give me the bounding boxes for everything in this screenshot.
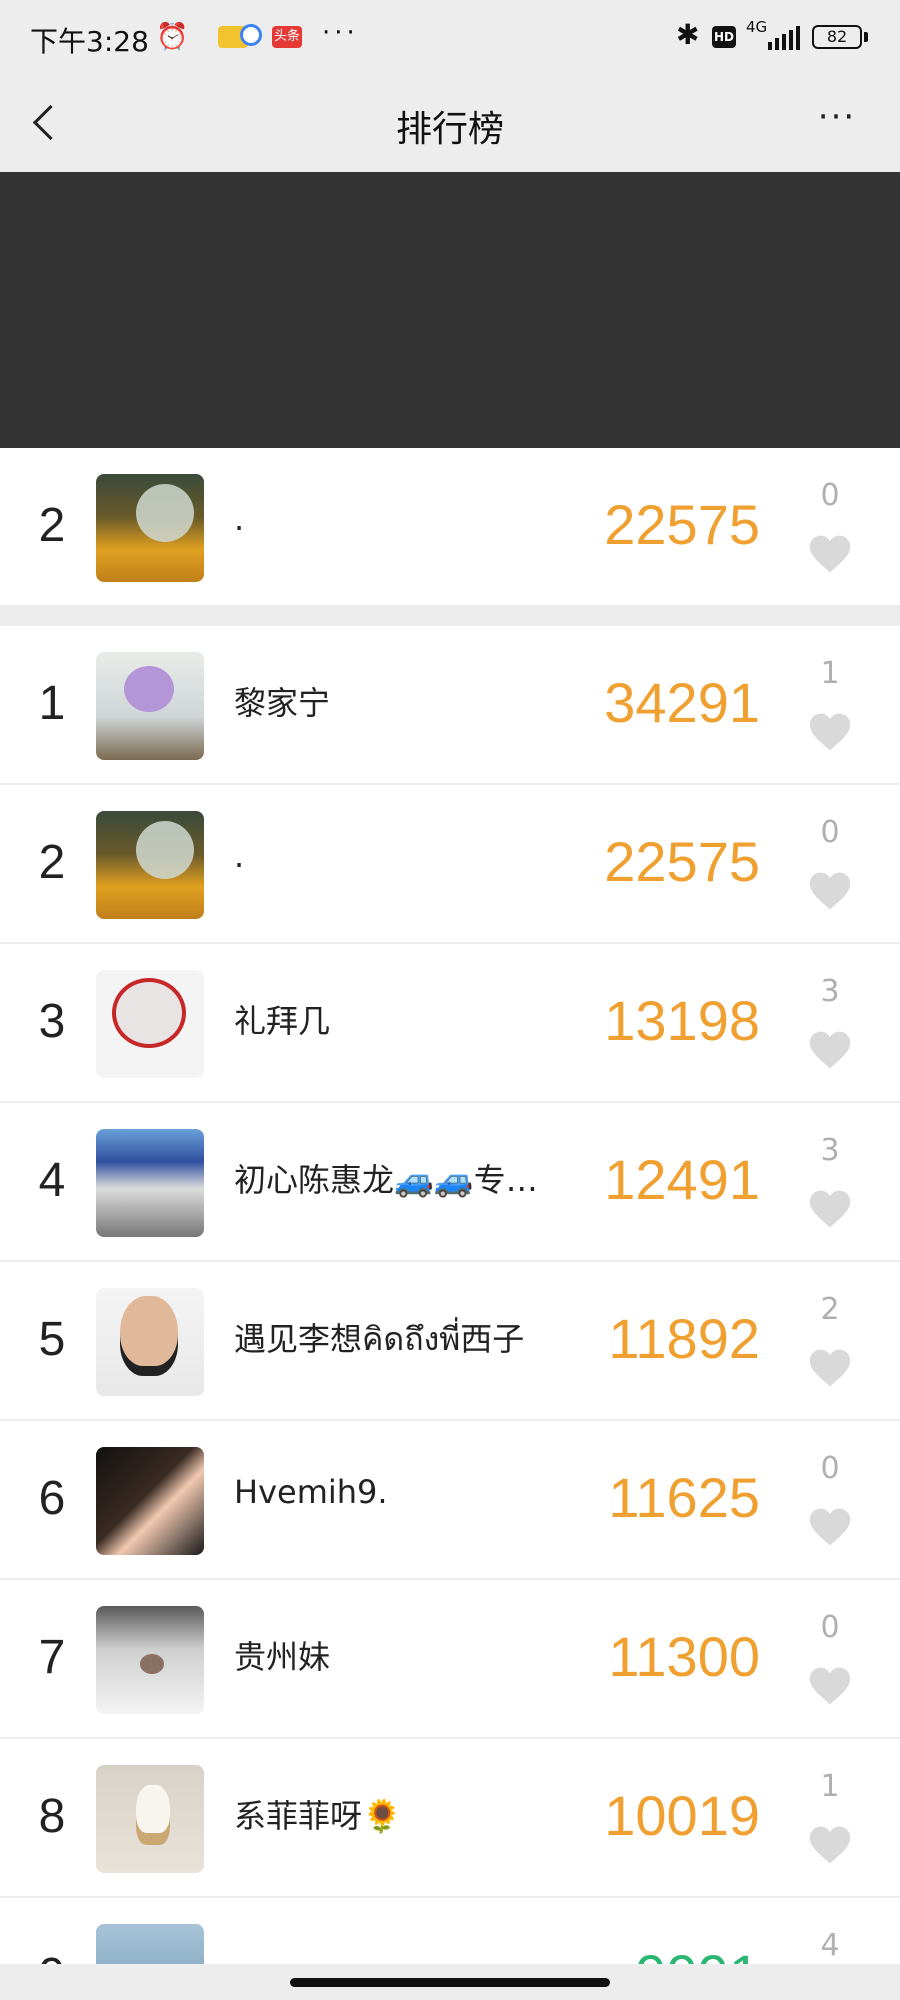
avatar[interactable] xyxy=(96,474,204,582)
player-name: . xyxy=(234,500,245,538)
step-score: 11892 xyxy=(608,1307,760,1370)
battery-tip xyxy=(864,32,868,42)
step-score: 22575 xyxy=(604,493,760,556)
list-item[interactable]: 6 Hvemih9. 11625 0 xyxy=(0,1421,900,1579)
heart-icon[interactable] xyxy=(808,1664,852,1708)
rank-number: 4 xyxy=(38,1154,66,1207)
player-name: . xyxy=(234,837,245,875)
avatar[interactable] xyxy=(96,1765,204,1873)
news-badge-icon: 头条 xyxy=(272,26,302,48)
avatar[interactable] xyxy=(96,652,204,760)
more-options-button[interactable]: ··· xyxy=(812,100,862,142)
step-score: 34291 xyxy=(604,671,760,734)
alarm-clock-icon: ⏰ xyxy=(156,22,189,52)
status-bar: 下午3:28 ⏰ 头条 ··· ✱ HD 4G 82 xyxy=(0,0,900,72)
player-name: 贵州妹 xyxy=(234,1638,331,1676)
rank-number: 3 xyxy=(38,995,66,1048)
step-score: 11625 xyxy=(608,1466,760,1529)
avatar[interactable] xyxy=(96,1288,204,1396)
list-item[interactable]: 5 遇见李想คิดถึงพี่西子 11892 2 xyxy=(0,1262,900,1420)
heart-icon[interactable] xyxy=(808,532,852,576)
like-count: 0 xyxy=(820,1451,840,1486)
step-score: 10019 xyxy=(604,1784,760,1847)
heart-icon[interactable] xyxy=(808,869,852,913)
list-item[interactable]: 7 贵州妹 11300 0 xyxy=(0,1580,900,1738)
list-item[interactable]: 3 礼拜几 13198 3 xyxy=(0,944,900,1102)
like-count: 0 xyxy=(820,815,840,850)
hd-voice-icon: HD xyxy=(712,26,736,48)
page-title: 排行榜 xyxy=(395,109,504,150)
like-count: 3 xyxy=(820,1133,840,1168)
avatar[interactable] xyxy=(96,1924,204,1966)
step-score: 11300 xyxy=(608,1625,760,1688)
player-name: 系菲菲呀🌻 xyxy=(234,1797,402,1835)
rank-number: 5 xyxy=(38,1313,66,1366)
list-item[interactable]: 8 系菲菲呀🌻 10019 1 xyxy=(0,1739,900,1897)
player-name: 初心陈惠龙🚙🚙专… xyxy=(234,1161,538,1199)
avatar[interactable] xyxy=(96,811,204,919)
rank-number: 7 xyxy=(38,1631,66,1684)
header-banner xyxy=(0,172,900,448)
step-score: 13198 xyxy=(604,989,760,1052)
more-notifications-icon: ··· xyxy=(322,18,359,48)
like-count: 3 xyxy=(820,974,840,1009)
signal-strength-icon xyxy=(768,26,800,50)
status-time: 下午3:28 xyxy=(30,25,149,58)
like-count: 4 xyxy=(820,1928,840,1963)
player-name: 礼拜几 xyxy=(234,1002,331,1040)
gesture-bar xyxy=(0,1964,900,2000)
battery-icon: 82 xyxy=(812,25,862,49)
heart-icon[interactable] xyxy=(808,1823,852,1867)
like-count: 1 xyxy=(820,656,840,691)
rank-number: 2 xyxy=(38,836,66,889)
step-score: 22575 xyxy=(604,830,760,893)
bluetooth-icon: ✱ xyxy=(676,18,700,51)
like-count: 0 xyxy=(820,1610,840,1645)
player-name: 黎家宁 xyxy=(234,684,331,722)
like-count: 1 xyxy=(820,1769,840,1804)
rank-number: 6 xyxy=(38,1472,66,1525)
avatar[interactable] xyxy=(96,970,204,1078)
list-item[interactable]: 1 黎家宁 34291 1 xyxy=(0,626,900,784)
network-type: 4G xyxy=(746,18,768,36)
home-indicator[interactable] xyxy=(290,1978,610,1987)
nav-bar: 排行榜 ··· xyxy=(0,72,900,172)
like-count: 2 xyxy=(820,1292,840,1327)
avatar[interactable] xyxy=(96,1129,204,1237)
heart-icon[interactable] xyxy=(808,1187,852,1231)
heart-icon[interactable] xyxy=(808,1505,852,1549)
player-name: 遇见李想คิดถึงพี่西子 xyxy=(234,1320,525,1358)
my-ranking-row[interactable]: 2 . 22575 0 xyxy=(0,448,900,606)
list-item[interactable]: 2 . 22575 0 xyxy=(0,785,900,943)
ranking-list: 1 黎家宁 34291 1 2 . 22575 0 3 礼拜几 13198 3 … xyxy=(0,626,900,1966)
rank-number: 2 xyxy=(38,499,66,552)
section-separator xyxy=(0,606,900,626)
avatar[interactable] xyxy=(96,1606,204,1714)
step-score: 12491 xyxy=(604,1148,760,1211)
rank-number: 1 xyxy=(38,677,66,730)
heart-icon[interactable] xyxy=(808,1346,852,1390)
heart-icon[interactable] xyxy=(808,1028,852,1072)
rank-number: 8 xyxy=(38,1790,66,1843)
list-item[interactable]: 4 初心陈惠龙🚙🚙专… 12491 3 xyxy=(0,1103,900,1261)
list-item[interactable]: 9 9991 4 xyxy=(0,1898,900,1966)
notification-browser-icon xyxy=(240,24,262,46)
like-count: 0 xyxy=(820,478,840,513)
step-score: 9991 xyxy=(560,1942,760,1966)
avatar[interactable] xyxy=(96,1447,204,1555)
heart-icon[interactable] xyxy=(808,710,852,754)
player-name: Hvemih9. xyxy=(234,1473,388,1511)
